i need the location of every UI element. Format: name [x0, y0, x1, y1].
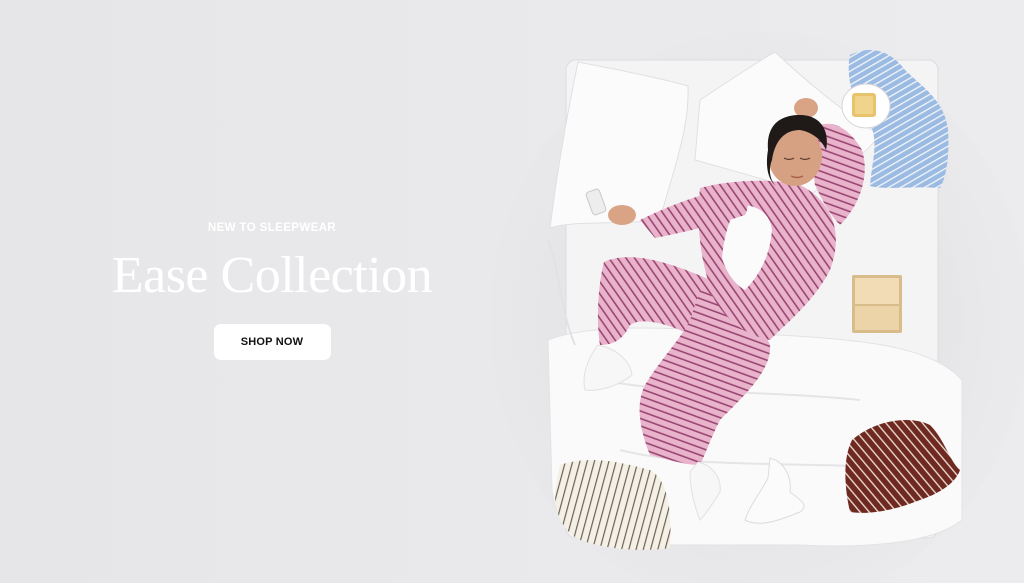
- hero-title: Ease Collection: [111, 247, 433, 304]
- hero-eyebrow: NEW TO SLEEPWEAR: [207, 222, 337, 234]
- hero-banner: NEW TO SLEEPWEAR Ease Collection SHOP NO…: [0, 0, 1024, 583]
- shop-now-button[interactable]: SHOP NOW: [213, 324, 331, 360]
- hero-copy: NEW TO SLEEPWEAR Ease Collection SHOP NO…: [96, 222, 448, 360]
